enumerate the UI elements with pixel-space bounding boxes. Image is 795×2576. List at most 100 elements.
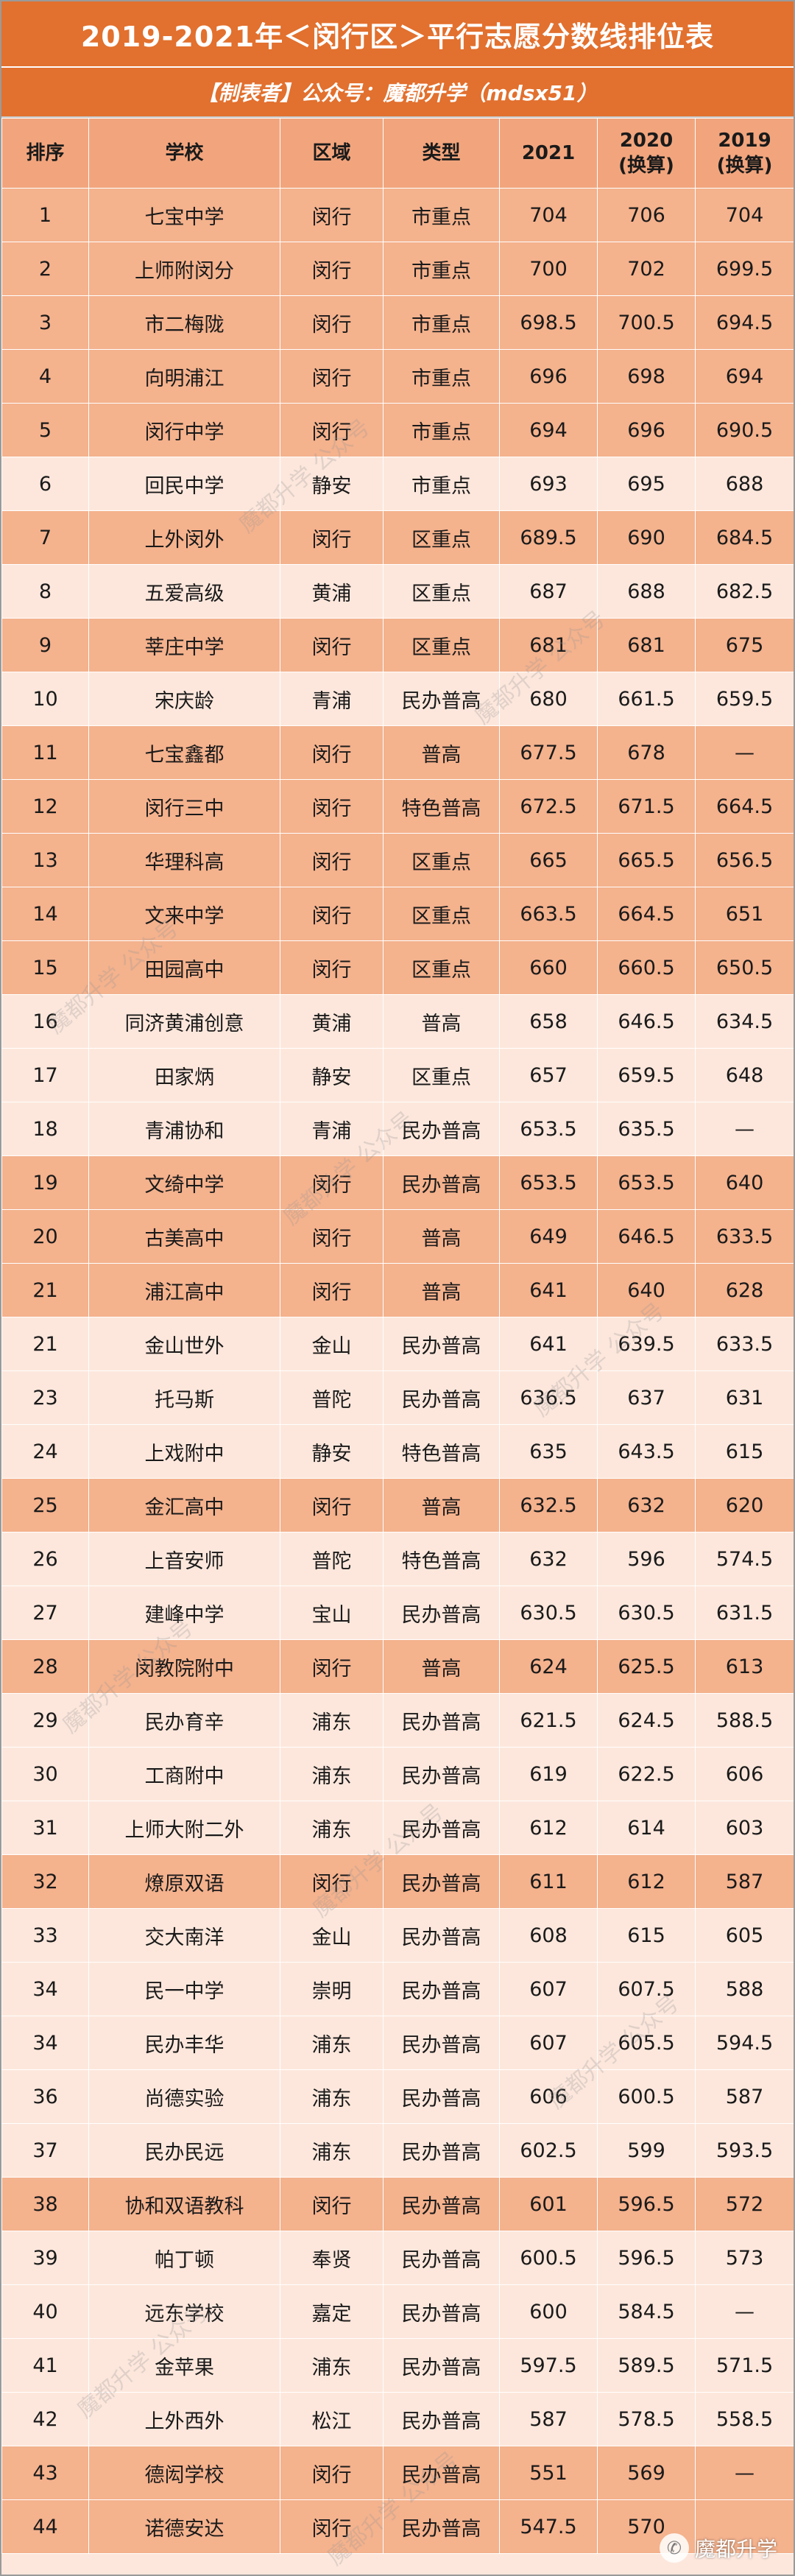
cell-y2019: 574.5 (695, 1532, 794, 1586)
cell-y2020: 678 (597, 725, 696, 780)
cell-y2019: 684.5 (695, 510, 794, 565)
cell-y2020: 615 (597, 1908, 696, 1963)
cell-y2021: 602.5 (499, 2123, 598, 2178)
cell-y2019: 664.5 (695, 779, 794, 834)
cell-rank: 43 (1, 2446, 89, 2500)
cell-y2021: 698.5 (499, 295, 598, 350)
cell-school: 浦江高中 (88, 1263, 280, 1317)
cell-y2020: 612 (597, 1854, 696, 1909)
cell-y2020: 596.5 (597, 2177, 696, 2231)
cell-y2019: 593.5 (695, 2123, 794, 2178)
cell-type: 民办普高 (383, 1962, 500, 2016)
cell-y2020: 605.5 (597, 2016, 696, 2070)
cell-y2019: 587 (695, 2069, 794, 2124)
cell-y2021: 606 (499, 2069, 598, 2124)
cell-y2019: 688 (695, 457, 794, 511)
table-row: 3 市二梅陇 闵行 市重点 698.5 700.5 694.5 (1, 295, 794, 350)
cell-y2021: 597.5 (499, 2338, 598, 2393)
cell-district: 浦东 (280, 1747, 384, 1801)
cell-rank: 9 (1, 618, 89, 672)
cell-y2021: 693 (499, 457, 598, 511)
column-header-type: 类型 (383, 118, 500, 189)
cell-y2021: 632 (499, 1532, 598, 1586)
cell-type: 民办普高 (383, 1854, 500, 1909)
cell-y2020: 665.5 (597, 833, 696, 887)
cell-district: 闵行 (280, 725, 384, 780)
cell-school: 宋庆龄 (88, 672, 280, 726)
cell-type: 区重点 (383, 618, 500, 672)
cell-type: 民办普高 (383, 1102, 500, 1156)
cell-rank: 11 (1, 725, 89, 780)
cell-rank: 34 (1, 2016, 89, 2070)
table-row: 9 莘庄中学 闵行 区重点 681 681 675 (1, 618, 794, 672)
cell-rank: 21 (1, 1317, 89, 1371)
cell-y2021: 551 (499, 2446, 598, 2500)
cell-district: 青浦 (280, 1102, 384, 1156)
cell-y2019: 558.5 (695, 2392, 794, 2446)
cell-district: 静安 (280, 457, 384, 511)
cell-y2019: 704 (695, 188, 794, 242)
cell-rank: 7 (1, 510, 89, 565)
cell-y2021: 700 (499, 242, 598, 296)
cell-type: 民办普高 (383, 672, 500, 726)
cell-y2021: 600.5 (499, 2231, 598, 2285)
cell-type: 民办普高 (383, 2284, 500, 2339)
cell-y2020: 599 (597, 2123, 696, 2178)
cell-y2020: 696 (597, 403, 696, 457)
cell-rank: 3 (1, 295, 89, 350)
cell-district: 浦东 (280, 2338, 384, 2393)
cell-school: 上戏附中 (88, 1424, 280, 1479)
cell-school: 协和双语教科 (88, 2177, 280, 2231)
table-row: 27 建峰中学 宝山 民办普高 630.5 630.5 631.5 (1, 1586, 794, 1640)
cell-y2020: 706 (597, 188, 696, 242)
cell-type: 民办普高 (383, 1747, 500, 1801)
cell-type: 市重点 (383, 403, 500, 457)
cell-y2019: 606 (695, 1747, 794, 1801)
cell-y2021: 672.5 (499, 779, 598, 834)
table-row: 43 德闳学校 闵行 民办普高 551 569— (1, 2446, 794, 2500)
cell-school: 工商附中 (88, 1747, 280, 1801)
cell-type: 民办普高 (383, 1586, 500, 1640)
cell-y2021: 658 (499, 994, 598, 1049)
table-row: 7 上外闵外 闵行 区重点 689.5 690 684.5 (1, 510, 794, 565)
cell-y2020: 690 (597, 510, 696, 565)
cell-school: 远东学校 (88, 2284, 280, 2339)
cell-type: 民办普高 (383, 1801, 500, 1855)
cell-y2020: 700.5 (597, 295, 696, 350)
column-header-district: 区域 (280, 118, 384, 189)
cell-rank: 32 (1, 1854, 89, 1909)
cell-y2021: 663.5 (499, 887, 598, 941)
cell-rank: 13 (1, 833, 89, 887)
cell-y2021: 587 (499, 2392, 598, 2446)
cell-district: 闵行 (280, 1478, 384, 1532)
cell-rank: 24 (1, 1424, 89, 1479)
cell-type: 民办普高 (383, 2069, 500, 2124)
cell-rank: 41 (1, 2338, 89, 2393)
cell-type: 普高 (383, 725, 500, 780)
cell-rank: 26 (1, 1532, 89, 1586)
cell-rank: 12 (1, 779, 89, 834)
cell-rank: 18 (1, 1102, 89, 1156)
table-row: 19 文绮中学 闵行 民办普高 653.5 653.5 640 (1, 1155, 794, 1210)
cell-y2021: 677.5 (499, 725, 598, 780)
cell-school: 向明浦江 (88, 349, 280, 404)
cell-y2020: 622.5 (597, 1747, 696, 1801)
cell-y2021: 611 (499, 1854, 598, 1909)
cell-y2019: 633.5 (695, 1209, 794, 1264)
table-row: 21 浦江高中 闵行 普高 641 640 628 (1, 1263, 794, 1317)
cell-rank: 14 (1, 887, 89, 941)
cell-y2021: 680 (499, 672, 598, 726)
cell-district: 浦东 (280, 1693, 384, 1748)
cell-district: 静安 (280, 1048, 384, 1102)
cell-y2019: 634.5 (695, 994, 794, 1049)
cell-y2021: 653.5 (499, 1155, 598, 1210)
table-row: 16 同济黄浦创意 黄浦 普高 658 646.5 634.5 (1, 994, 794, 1049)
cell-y2021: 624 (499, 1639, 598, 1694)
cell-y2019: 650.5 (695, 940, 794, 995)
cell-rank: 10 (1, 672, 89, 726)
cell-y2019: 631 (695, 1370, 794, 1425)
table-row: 41 金苹果 浦东 民办普高 597.5 589.5 571.5 (1, 2338, 794, 2393)
table-row: 25 金汇高中 闵行 普高 632.5 632 620 (1, 1478, 794, 1532)
cell-rank: 28 (1, 1639, 89, 1694)
cell-y2020: 653.5 (597, 1155, 696, 1210)
